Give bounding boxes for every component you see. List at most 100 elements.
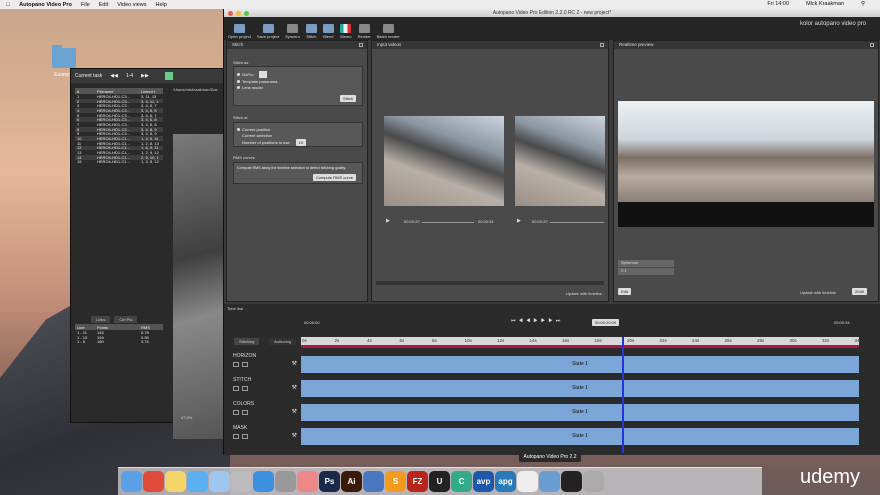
track-toggle-icon[interactable] xyxy=(242,410,248,415)
input-scrollbar[interactable] xyxy=(376,281,604,285)
back-window[interactable]: Current task ◀◀ 1-4 ▶▶ /Users/mickraakma… xyxy=(70,68,224,439)
stitch-button[interactable]: Stitch xyxy=(305,24,317,39)
stereo-button[interactable]: Stereo xyxy=(340,24,352,39)
wrench-icon[interactable]: ⚒ xyxy=(292,384,297,391)
prev-icon[interactable]: ◀◀ xyxy=(110,73,118,79)
track-toggle-icon[interactable] xyxy=(233,434,239,439)
panorama-preview[interactable] xyxy=(618,101,874,227)
track-state-horizon[interactable]: State 1 xyxy=(301,356,859,373)
zoom-icon[interactable] xyxy=(244,11,249,16)
track-toggle-icon[interactable] xyxy=(233,410,239,415)
menu-help[interactable]: Help xyxy=(156,2,167,8)
user-name[interactable]: Mick Kraakman xyxy=(806,1,844,7)
preview-icon[interactable] xyxy=(209,471,230,492)
playhead-cursor[interactable] xyxy=(622,337,624,453)
minimize-icon[interactable] xyxy=(236,11,241,16)
video-thumbnail-2[interactable] xyxy=(515,116,605,206)
track-toggle-icon[interactable] xyxy=(242,362,248,367)
col-line[interactable]: Line xyxy=(75,325,97,330)
video1-slider[interactable] xyxy=(422,222,474,223)
radio-gopro[interactable]: GoPro xyxy=(237,71,359,78)
finder-icon[interactable] xyxy=(121,471,142,492)
edit-button[interactable]: Edit xyxy=(618,288,631,295)
save-project-button[interactable]: Save project xyxy=(257,24,279,39)
tab-stitching[interactable]: Stitching xyxy=(234,338,260,345)
unity-icon[interactable]: U xyxy=(429,471,450,492)
input-update-checkbox[interactable]: Update with timeline xyxy=(566,291,602,296)
wrench-icon[interactable]: ⚒ xyxy=(292,360,297,367)
preview-update-checkbox[interactable]: Update with timeline xyxy=(800,290,836,295)
track-label-colors[interactable]: COLORS ⚒ xyxy=(224,401,300,423)
menu-file[interactable]: File xyxy=(81,2,90,8)
track-state-colors[interactable]: State 1 xyxy=(301,404,859,421)
synchro-button[interactable]: Synchro xyxy=(285,24,300,39)
table-row[interactable]: 15 HERO4-HD1-C1... 1, 3, 8, 12 xyxy=(75,159,163,164)
video2-slider[interactable] xyxy=(550,222,604,223)
track-toggle-icon[interactable] xyxy=(233,362,239,367)
settings-icon[interactable] xyxy=(275,471,296,492)
render-button[interactable]: Render xyxy=(358,24,371,39)
compute-rms-button[interactable]: Compute RMS curve xyxy=(312,174,356,181)
tab-links[interactable]: Links xyxy=(91,316,111,323)
track-label-mask[interactable]: MASK ⚒ xyxy=(224,425,300,447)
ai-icon[interactable]: Ai xyxy=(341,471,362,492)
app-menu[interactable]: Autopano Video Pro xyxy=(19,2,72,8)
main-window[interactable]: Autopano Video Pro Edition 2.2.0 RC 2 - … xyxy=(223,9,880,455)
menu-edit[interactable]: Edit xyxy=(99,2,108,8)
photos-icon[interactable] xyxy=(297,471,318,492)
play-icon[interactable]: ▶ xyxy=(386,218,390,224)
clock[interactable]: Fri 14:00 xyxy=(767,1,789,7)
avp-icon[interactable]: avp xyxy=(473,471,494,492)
folder-icon[interactable] xyxy=(539,471,560,492)
projection-dropdown[interactable]: Spherical xyxy=(618,260,674,267)
tab-ctrl-pts[interactable]: Ctrl Pts xyxy=(114,316,138,323)
track-state-mask[interactable]: State 1 xyxy=(301,428,859,445)
radio-template[interactable]: Template panorama xyxy=(237,79,359,84)
wrench-icon[interactable]: ⚒ xyxy=(292,432,297,439)
timeline-selection-bar[interactable] xyxy=(301,345,859,348)
num-positions-field[interactable]: 10 xyxy=(295,139,307,146)
ps-icon[interactable]: Ps xyxy=(319,471,340,492)
blend-button[interactable]: Blend xyxy=(322,24,334,39)
messages-icon[interactable] xyxy=(187,471,208,492)
col-points[interactable]: Points xyxy=(97,325,141,330)
radio-current-position[interactable]: Current position xyxy=(237,127,359,132)
radio-lens[interactable]: Lens model xyxy=(237,85,359,90)
trash-icon[interactable] xyxy=(583,471,604,492)
apple-menu-icon[interactable]:  xyxy=(6,2,10,8)
folder-icon[interactable] xyxy=(52,45,76,68)
app-store-icon[interactable] xyxy=(253,471,274,492)
timeline-ruler[interactable]: 0s 2s 4s 6s 8s 10s 12s 14s 16s 18s 20s 22s 24s 26s 28s… xyxy=(301,337,862,345)
panel-detach-icon[interactable] xyxy=(870,43,874,47)
col-num[interactable]: # xyxy=(75,89,97,94)
stitch-action-button[interactable]: Stitch xyxy=(339,95,356,102)
track-toggle-icon[interactable] xyxy=(242,386,248,391)
timecode-field[interactable]: 00:00:20:09 xyxy=(592,319,620,326)
apg-icon[interactable]: apg xyxy=(495,471,516,492)
table-row[interactable]: 1 - 5 180 3.74 xyxy=(75,339,163,344)
ratio-dropdown[interactable]: 2:1 xyxy=(618,268,674,275)
cs-icon[interactable]: C xyxy=(451,471,472,492)
track-toggle-icon[interactable] xyxy=(242,434,248,439)
col-rms[interactable]: RMS xyxy=(141,325,163,330)
tab-authoring[interactable]: Authoring xyxy=(269,338,297,345)
search-icon[interactable]: ⚲ xyxy=(861,1,865,7)
track-label-stitch[interactable]: STITCH ⚒ xyxy=(224,377,300,399)
track-toggle-icon[interactable] xyxy=(233,386,239,391)
gopro-dropdown[interactable] xyxy=(258,71,267,78)
panel-detach-icon[interactable] xyxy=(359,43,363,47)
zoom-label[interactable]: 67.8% xyxy=(181,415,192,420)
next-icon[interactable]: ▶▶ xyxy=(141,73,149,79)
close-icon[interactable] xyxy=(228,11,233,16)
chrome-icon[interactable] xyxy=(143,471,164,492)
video-thumbnail-1[interactable] xyxy=(384,116,504,206)
sublime-icon[interactable]: S xyxy=(385,471,406,492)
open-project-button[interactable]: Open project xyxy=(228,24,251,39)
document-icon[interactable] xyxy=(517,471,538,492)
filezilla-icon[interactable]: FZ xyxy=(407,471,428,492)
transport-controls[interactable]: ⏮◀◀▶▶▶⏭ xyxy=(511,318,563,324)
terminal-icon[interactable] xyxy=(561,471,582,492)
resolution-dropdown[interactable]: 2048 xyxy=(852,288,867,295)
radio-current-selection[interactable]: Current selection xyxy=(237,133,359,138)
play-icon-2[interactable]: ▶ xyxy=(517,218,521,224)
